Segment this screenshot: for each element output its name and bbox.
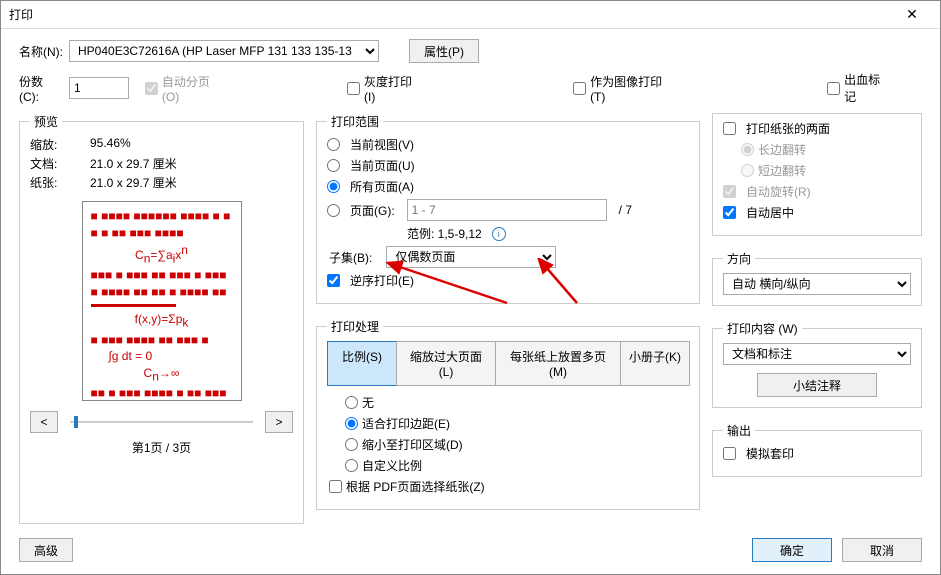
next-page-button[interactable]: > [265,411,293,433]
tab-multi[interactable]: 每张纸上放置多页(M) [495,341,621,386]
as-image-checkbox[interactable] [573,82,586,95]
dialog-title: 打印 [9,6,892,23]
print-range-section: 打印范围 当前视图(V) 当前页面(U) 所有页面(A) 页面(G): / 7 … [316,113,700,304]
pages-input[interactable] [407,199,607,221]
preview-section: 预览 缩放:95.46% 文档:21.0 x 29.7 厘米 纸张:21.0 x… [19,113,304,524]
current-page-radio[interactable] [327,159,340,172]
tab-big[interactable]: 缩放过大页面(L) [396,341,496,386]
overprint-checkbox[interactable] [723,447,736,460]
advanced-button[interactable]: 高级 [19,538,73,562]
tab-scale[interactable]: 比例(S) [327,341,397,386]
bleed-checkbox[interactable] [827,82,840,95]
subset-select[interactable]: 仅偶数页面 [386,246,556,268]
tab-booklet[interactable]: 小册子(K) [620,341,690,386]
duplex-checkbox[interactable] [723,122,736,135]
choose-paper-checkbox[interactable] [329,480,342,493]
name-label: 名称(N): [19,43,63,60]
close-icon[interactable]: ✕ [892,6,932,23]
prev-page-button[interactable]: < [30,411,58,433]
duplex-section: 打印纸张的两面 长边翻转 短边翻转 自动旋转(R) 自动居中 [712,113,922,236]
custom-radio[interactable] [345,459,358,472]
all-pages-radio[interactable] [327,180,340,193]
copies-label: 份数(C): [19,73,63,104]
reverse-checkbox[interactable] [327,274,340,287]
printer-select[interactable]: HP040E3C72616A (HP Laser MFP 131 133 135… [69,40,379,62]
output-section: 输出 模拟套印 [712,422,922,477]
orientation-select[interactable]: 自动 横向/纵向 [723,273,911,295]
flip-long-radio [741,143,754,156]
shrink-radio[interactable] [345,438,358,451]
cancel-button[interactable]: 取消 [842,538,922,562]
properties-button[interactable]: 属性(P) [409,39,479,63]
pager-label: 第1页 / 3页 [30,439,293,456]
none-radio[interactable] [345,396,358,409]
gray-checkbox[interactable] [347,82,360,95]
flip-short-radio [741,164,754,177]
current-view-radio[interactable] [327,138,340,151]
ok-button[interactable]: 确定 [752,538,832,562]
orientation-section: 方向 自动 横向/纵向 [712,250,922,306]
info-icon[interactable]: i [492,227,506,241]
summary-button[interactable]: 小结注释 [757,373,877,397]
pages-radio[interactable] [327,204,340,217]
content-select[interactable]: 文档和标注 [723,343,911,365]
copies-input[interactable] [69,77,129,99]
collate-checkbox [145,82,158,95]
print-content-section: 打印内容 (W) 文档和标注 小结注释 [712,320,922,408]
autorotate-checkbox [723,185,736,198]
page-thumbnail: ■ ■■■■ ■■■■■■ ■■■■ ■ ■■ ■ ■■ ■■■ ■■■■ Cn… [82,201,242,401]
fit-radio[interactable] [345,417,358,430]
print-handling-section: 打印处理 比例(S) 缩放过大页面(L) 每张纸上放置多页(M) 小册子(K) … [316,318,700,510]
page-slider[interactable] [70,421,253,423]
autocenter-checkbox[interactable] [723,206,736,219]
